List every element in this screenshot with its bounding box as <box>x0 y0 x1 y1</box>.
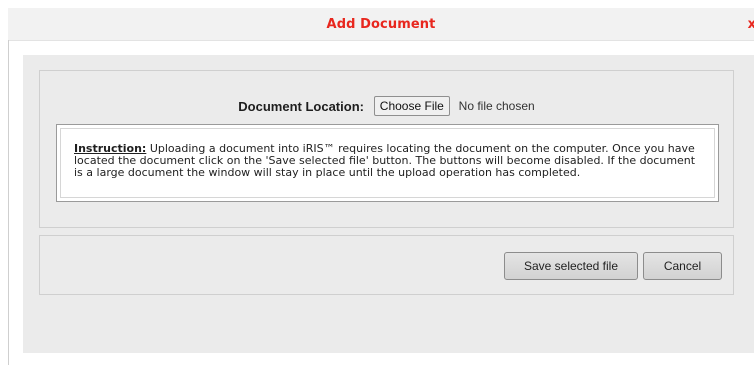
instruction-content: Instruction: Uploading a document into i… <box>60 128 715 198</box>
add-document-dialog: Add Document x Document Location: Choose… <box>0 0 754 365</box>
document-location-row: Document Location: Choose File No file c… <box>40 96 733 116</box>
instruction-box: Instruction: Uploading a document into i… <box>56 124 719 202</box>
dialog-title: Add Document <box>326 17 436 32</box>
action-panel: Save selected file Cancel <box>39 235 734 295</box>
file-status-text: No file chosen <box>458 99 535 113</box>
dialog-left-border <box>8 40 9 365</box>
choose-file-button[interactable]: Choose File <box>373 96 450 116</box>
cancel-button[interactable]: Cancel <box>643 252 722 280</box>
save-selected-file-button[interactable]: Save selected file <box>504 252 638 280</box>
upload-panel: Document Location: Choose File No file c… <box>39 70 734 228</box>
document-location-label: Document Location: <box>238 98 364 114</box>
dialog-title-bar: Add Document x <box>8 8 754 41</box>
close-icon[interactable]: x <box>748 17 754 32</box>
instruction-text: Uploading a document into iRIS™ requires… <box>74 142 696 179</box>
